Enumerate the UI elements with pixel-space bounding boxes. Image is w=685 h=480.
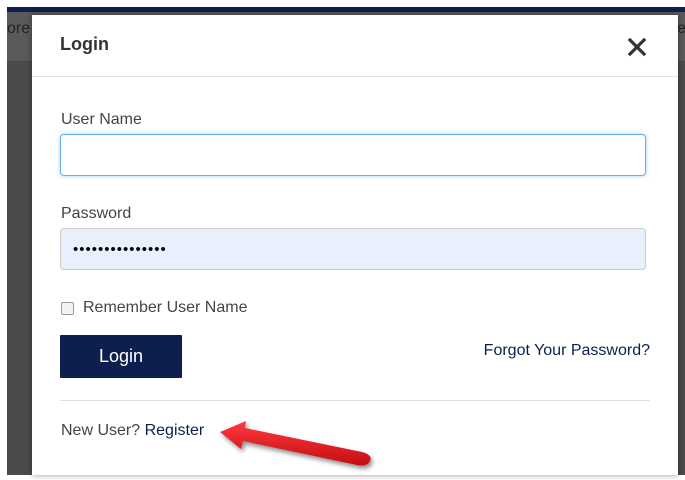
background-header-text-right: e [677, 20, 685, 37]
new-user-row: New User? Register [61, 422, 204, 440]
new-user-text: New User? [61, 422, 141, 439]
login-modal: Login User Name Password Remember User N… [32, 15, 678, 475]
close-icon [627, 37, 647, 57]
page-header-topline [7, 7, 685, 12]
forgot-password-link[interactable]: Forgot Your Password? [462, 342, 650, 360]
login-button[interactable]: Login [60, 335, 182, 378]
remember-username-label[interactable]: Remember User Name [83, 299, 247, 317]
background-header-text-left: ore [7, 20, 31, 37]
username-label: User Name [61, 111, 142, 128]
close-button[interactable] [620, 30, 654, 64]
modal-title: Login [60, 34, 109, 54]
username-input[interactable] [60, 134, 646, 176]
screenshot-stage: ore e Login User Name Password Remember … [0, 0, 685, 480]
remember-username-checkbox[interactable] [61, 301, 74, 315]
register-link[interactable]: Register [145, 422, 205, 439]
password-input[interactable] [60, 228, 646, 270]
footer-divider [60, 400, 650, 401]
password-label: Password [61, 205, 132, 222]
remember-username-row[interactable]: Remember User Name [61, 298, 247, 318]
modal-header: Login [32, 15, 678, 77]
